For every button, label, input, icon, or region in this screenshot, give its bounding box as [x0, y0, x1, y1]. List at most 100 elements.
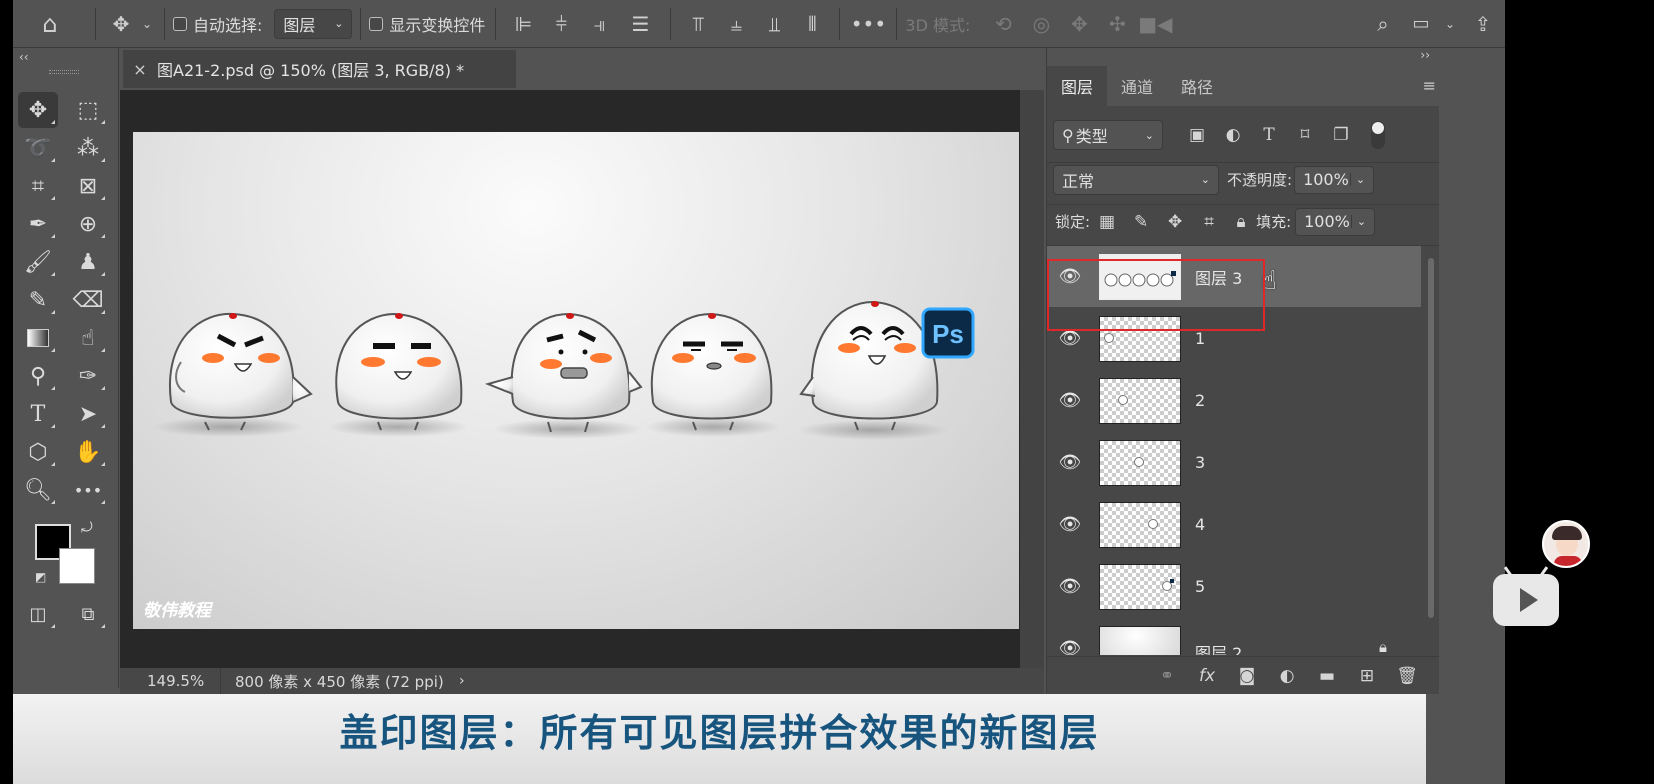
home-icon[interactable]: ⌂	[13, 4, 87, 44]
avatar[interactable]	[1542, 520, 1590, 568]
distribute-icon[interactable]: ☰	[618, 4, 662, 44]
layer-row[interactable]: 👁︎ 图层 2 🔒︎	[1047, 618, 1421, 655]
shape-tool-icon[interactable]: ⬡	[18, 434, 58, 470]
type-tool-icon[interactable]: T	[18, 396, 58, 432]
stamp-tool-icon[interactable]: ♟	[68, 244, 108, 280]
auto-select-target-dropdown[interactable]: 图层 ⌄	[274, 8, 353, 39]
frame-tool-icon[interactable]: ⊠	[68, 168, 108, 204]
new-layer-icon[interactable]: ⊞	[1347, 666, 1387, 686]
lock-position-icon[interactable]: ✥	[1158, 212, 1192, 232]
align-middle-v-icon[interactable]: ⫨	[717, 4, 755, 44]
fill-input[interactable]: 100% ⌄	[1295, 207, 1376, 236]
panel-menu-icon[interactable]: ≡	[1423, 76, 1436, 95]
visibility-eye-icon[interactable]: 👁︎	[1047, 576, 1093, 597]
auto-select-checkbox[interactable]: 自动选择:	[173, 12, 262, 36]
layers-scroll-thumb[interactable]	[1428, 258, 1434, 618]
eyedropper-tool-icon[interactable]: ✒	[18, 206, 58, 242]
brush-tool-icon[interactable]: 🖌	[18, 244, 58, 280]
checkbox-box[interactable]	[173, 16, 187, 31]
checkbox-box[interactable]	[369, 16, 384, 31]
layer-row[interactable]: 👁︎ 2	[1047, 370, 1421, 432]
chevron-down-icon[interactable]: ⌄	[1349, 173, 1365, 186]
hand-tool-icon[interactable]: ✋	[68, 434, 108, 470]
share-icon[interactable]: ⇪	[1461, 4, 1505, 44]
add-mask-icon[interactable]: ◙	[1227, 666, 1267, 686]
filter-type-icon[interactable]: T	[1251, 125, 1287, 145]
layer-name[interactable]: 3	[1195, 453, 1205, 472]
blend-mode-dropdown[interactable]: 正常 ⌄	[1053, 164, 1219, 195]
document-tab[interactable]: × 图A21-2.psd @ 150% (图层 3, RGB/8) *	[123, 50, 516, 88]
eraser-tool-icon[interactable]: ⌫	[68, 282, 108, 318]
layer-name[interactable]: 5	[1195, 577, 1205, 596]
background-color-swatch[interactable]	[59, 548, 95, 584]
visibility-eye-icon[interactable]: 👁︎	[1047, 390, 1093, 411]
layer-name[interactable]: 图层 2	[1195, 640, 1242, 655]
align-bottom-icon[interactable]: ⫫	[755, 4, 793, 44]
close-tab-icon[interactable]: ×	[123, 60, 157, 79]
layer-name[interactable]: 2	[1195, 391, 1205, 410]
tab-channels[interactable]: 通道	[1107, 66, 1167, 106]
adjustment-layer-icon[interactable]: ◐	[1267, 666, 1307, 686]
lock-image-icon[interactable]: ✎	[1124, 212, 1158, 232]
align-left-icon[interactable]: ⊫	[504, 4, 542, 44]
layer-row[interactable]: 👁︎ 3	[1047, 432, 1421, 494]
more-tools-icon[interactable]: •••	[68, 472, 108, 508]
tab-layers[interactable]: 图层	[1047, 66, 1107, 106]
layer-thumbnail[interactable]	[1099, 378, 1181, 424]
filter-kind-dropdown[interactable]: ⚲ 类型 ⌄	[1053, 120, 1163, 150]
layer-name[interactable]: 4	[1195, 515, 1205, 534]
visibility-eye-icon[interactable]: 👁︎	[1047, 638, 1093, 655]
collapse-toolbar-icon[interactable]: ‹‹	[19, 50, 29, 64]
workspace-icon[interactable]: ▭	[1403, 4, 1439, 44]
fx-icon[interactable]: fx	[1187, 666, 1227, 686]
move-tool-icon[interactable]: ✥	[18, 92, 58, 128]
filter-pixel-icon[interactable]: ▣	[1179, 125, 1215, 145]
filter-adjustment-icon[interactable]: ◐	[1215, 125, 1251, 145]
smudge-tool-icon[interactable]: ☝	[68, 320, 108, 356]
filter-smart-object-icon[interactable]: ❐	[1323, 125, 1359, 145]
tab-paths[interactable]: 路径	[1167, 66, 1227, 106]
chevron-down-icon[interactable]: ⌄	[1439, 4, 1461, 44]
pen-tool-icon[interactable]: ✑	[68, 358, 108, 394]
chevron-right-icon[interactable]: ›	[459, 673, 465, 689]
show-transform-checkbox[interactable]: 显示变换控件	[369, 12, 485, 36]
play-button-icon[interactable]	[1493, 566, 1559, 626]
quick-select-tool-icon[interactable]: ⁂	[68, 130, 108, 166]
align-right-icon[interactable]: ⫣	[580, 4, 618, 44]
lock-transparent-icon[interactable]: ▦	[1090, 212, 1124, 232]
dodge-tool-icon[interactable]: ⚲	[18, 358, 58, 394]
new-group-icon[interactable]: ▬	[1307, 666, 1347, 686]
layer-name[interactable]: 1	[1195, 329, 1205, 348]
crop-tool-icon[interactable]: ⌗	[18, 168, 58, 204]
lasso-tool-icon[interactable]: ➰	[18, 130, 58, 166]
layer-row[interactable]: 👁︎ 5	[1047, 556, 1421, 618]
color-sampler-tool-icon[interactable]: ⊕	[68, 206, 108, 242]
visibility-eye-icon[interactable]: 👁︎	[1047, 514, 1093, 535]
screen-mode-icon[interactable]: ⧉	[68, 596, 108, 632]
layer-thumbnail[interactable]	[1099, 564, 1181, 610]
history-brush-tool-icon[interactable]: ✎	[18, 282, 58, 318]
more-options-icon[interactable]: •••	[848, 4, 888, 44]
default-colors-icon[interactable]: ◩	[35, 570, 46, 584]
opacity-input[interactable]: 100% ⌄	[1294, 165, 1375, 194]
search-icon[interactable]: ⌕	[1363, 4, 1403, 44]
align-center-h-icon[interactable]: ⫩	[542, 4, 580, 44]
quick-mask-icon[interactable]: ◫	[18, 596, 58, 632]
distribute-vertical-icon[interactable]: ⦀	[793, 4, 831, 44]
filter-toggle-switch[interactable]	[1371, 121, 1385, 149]
chevron-down-icon[interactable]: ⌄	[138, 4, 156, 44]
zoom-level[interactable]: 149.5%	[120, 672, 220, 690]
lock-all-icon[interactable]: 🔒︎	[1226, 212, 1256, 232]
delete-layer-icon[interactable]: 🗑︎	[1387, 666, 1427, 686]
layer-thumbnail[interactable]	[1099, 502, 1181, 548]
layers-scrollbar[interactable]	[1426, 248, 1436, 628]
filter-shape-icon[interactable]: ⌑	[1287, 125, 1323, 145]
layer-thumbnail[interactable]	[1099, 440, 1181, 486]
image-canvas[interactable]: Ps 敬伟教程	[133, 132, 1019, 629]
lock-artboard-icon[interactable]: ⌗	[1192, 212, 1226, 232]
chevron-down-icon[interactable]: ⌄	[1350, 215, 1366, 228]
toolbar-grip[interactable]	[49, 70, 79, 74]
gradient-tool-icon[interactable]	[18, 320, 58, 356]
vertical-scrollbar[interactable]	[1020, 90, 1044, 668]
zoom-tool-icon[interactable]: 🔍︎	[18, 472, 58, 508]
